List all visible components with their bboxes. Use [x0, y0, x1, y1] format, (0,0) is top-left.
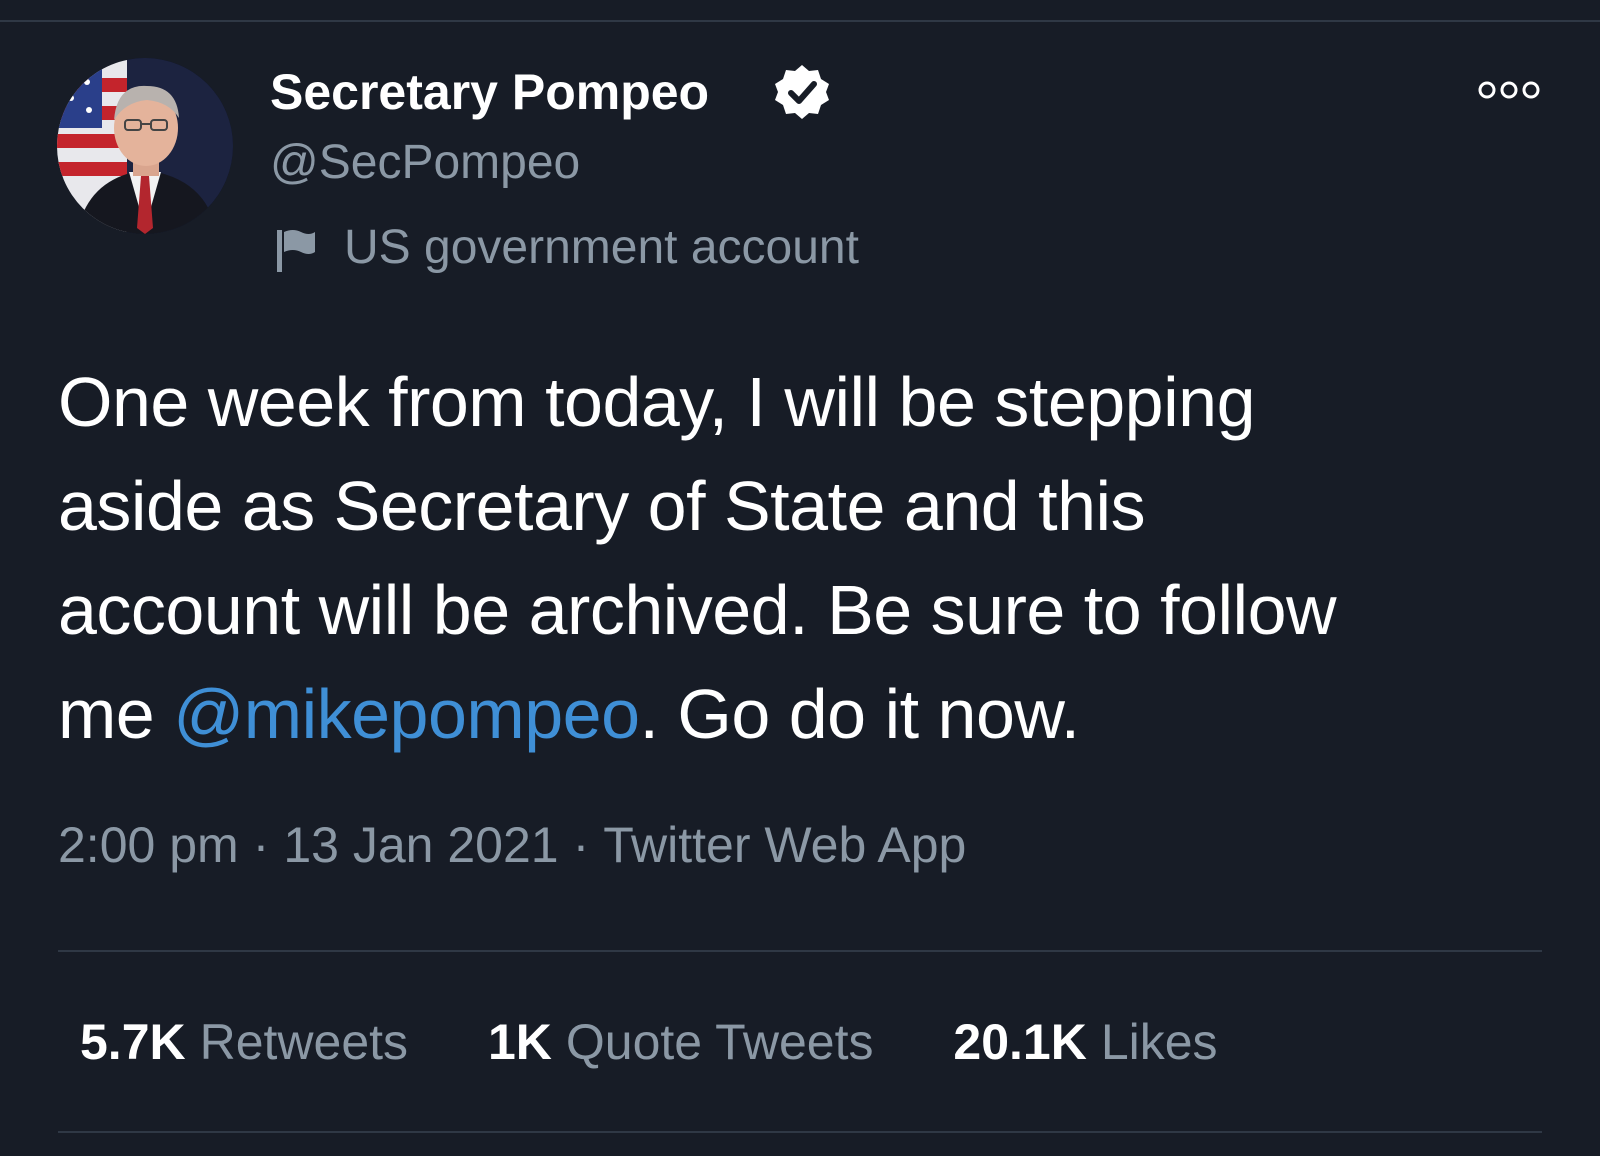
flag-icon: [277, 230, 315, 272]
tweet-text-line: account will be archived. Be sure to fol…: [58, 571, 1337, 649]
tweet-meta: 2:00 pm · 13 Jan 2021 · Twitter Web App: [58, 815, 966, 875]
quote-tweets-label: Quote Tweets: [565, 1014, 874, 1070]
tweet-text-fragment: me: [58, 675, 174, 753]
tweet-time[interactable]: 2:00 pm: [58, 817, 239, 873]
more-options-icon[interactable]: [1478, 78, 1540, 102]
likes-stat[interactable]: 20.1K Likes: [953, 1012, 1217, 1072]
top-divider: [0, 20, 1600, 22]
verified-badge-icon: [775, 65, 829, 119]
tweet-source[interactable]: Twitter Web App: [603, 817, 966, 873]
divider: [58, 950, 1542, 952]
author-handle[interactable]: @SecPompeo: [270, 135, 580, 191]
tweet-date[interactable]: 13 Jan 2021: [283, 817, 558, 873]
retweets-count: 5.7K: [80, 1014, 186, 1070]
tweet-text-line: me @mikepompeo. Go do it now.: [58, 662, 1558, 766]
tweet-detail-view: Secretary Pompeo @SecPompeo US governmen…: [0, 0, 1600, 1156]
meta-separator: ·: [252, 817, 270, 873]
meta-separator: ·: [572, 817, 590, 873]
divider: [58, 1131, 1542, 1133]
tweet-text-line: aside as Secretary of State and this: [58, 467, 1146, 545]
author-avatar[interactable]: [57, 58, 233, 234]
tweet-text-fragment: . Go do it now.: [639, 675, 1080, 753]
author-display-name[interactable]: Secretary Pompeo: [270, 62, 709, 122]
mention-link[interactable]: @mikepompeo: [173, 675, 640, 753]
tweet-text: One week from today, I will be stepping …: [58, 350, 1558, 766]
likes-label: Likes: [1100, 1014, 1218, 1070]
quote-tweets-count: 1K: [487, 1014, 552, 1070]
likes-count: 20.1K: [953, 1014, 1087, 1070]
retweets-stat[interactable]: 5.7K Retweets: [80, 1012, 408, 1072]
tweet-text-line: One week from today, I will be stepping: [58, 363, 1256, 441]
tweet-stats: 5.7K Retweets 1K Quote Tweets 20.1K Likes: [80, 1012, 1284, 1072]
retweets-label: Retweets: [199, 1014, 409, 1070]
quote-tweets-stat[interactable]: 1K Quote Tweets: [488, 1012, 874, 1072]
government-account-label[interactable]: US government account: [344, 220, 859, 276]
